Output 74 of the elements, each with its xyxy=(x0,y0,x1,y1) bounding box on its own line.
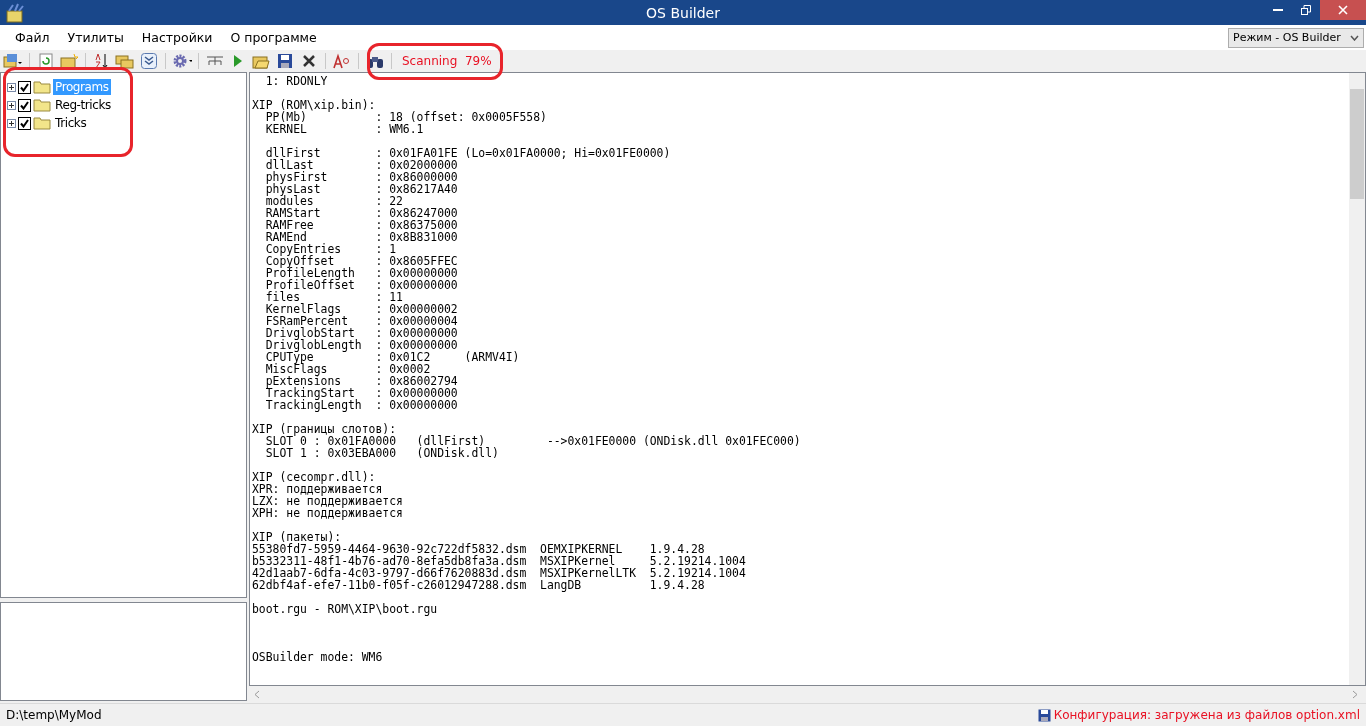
save-icon[interactable] xyxy=(275,52,295,70)
config-status: Конфигурация: загружена из файлов option.xml xyxy=(1053,708,1360,722)
expand-icon[interactable] xyxy=(7,118,16,128)
log-line: physFirst : 0x86000000 xyxy=(264,171,458,183)
log-line: CopyEntries : 1 xyxy=(264,243,396,255)
log-line: KERNEL : WM6.1 xyxy=(264,123,424,135)
log-line: SLOT 1 : 0x03EBA000 (ONDisk.dll) xyxy=(264,447,499,459)
log-line: FSRamPercent : 0x00000004 xyxy=(264,315,458,327)
log-line: pExtensions : 0x86002794 xyxy=(264,375,458,387)
folder-icon xyxy=(33,98,51,112)
status-path: D:\temp\MyMod xyxy=(6,708,102,722)
folder-icon xyxy=(33,116,51,130)
log-line: CopyOffset : 0x8605FFEC xyxy=(264,255,458,267)
log-line: XIP (границы слотов): xyxy=(252,423,396,435)
double-chevron-icon[interactable] xyxy=(139,52,159,70)
log-line: 62dbf4af-efe7-11b0-f05f-c26012947288.dsm LangDB 1.9.4.28 xyxy=(252,579,705,591)
log-line: OSBuilder mode: WM6 xyxy=(252,651,383,663)
save-icon xyxy=(1037,708,1051,722)
log-line: CPUType : 0x01C2 (ARMV4I) xyxy=(264,351,520,363)
menu-item[interactable]: О программе xyxy=(221,30,326,45)
folders-icon[interactable] xyxy=(115,52,136,70)
vertical-scrollbar[interactable] xyxy=(1349,73,1365,685)
close-icon xyxy=(1338,5,1348,15)
log-line: ProfileLength : 0x00000000 xyxy=(264,267,458,279)
log-line: 1: RDONLY xyxy=(264,75,328,87)
log-line: physLast : 0x86217A40 xyxy=(264,183,458,195)
menu-item[interactable]: Настройки xyxy=(132,30,222,45)
tree-item[interactable]: Reg-tricks xyxy=(53,97,113,113)
log-line: DrivglobStart : 0x00000000 xyxy=(264,327,458,339)
window-title: OS Builder xyxy=(646,4,720,21)
log-line: LZX: не поддерживается xyxy=(252,495,403,507)
checkbox[interactable] xyxy=(18,80,31,94)
log-line: dllFirst : 0x01FA01FE (Lo=0x01FA0000; Hi=0x01FE0000) xyxy=(264,147,671,159)
font-icon[interactable] xyxy=(332,52,352,70)
app-icon xyxy=(4,2,26,23)
log-line: files : 11 xyxy=(264,291,403,303)
chevron-down-icon xyxy=(1350,34,1359,41)
log-line: SLOT 0 : 0x01FA0000 (dllFirst) -->0x01FE0000 (ONDisk.dll 0x01FEC000) xyxy=(264,435,801,447)
minimize-icon xyxy=(1273,9,1283,11)
log-line: DrivglobLength : 0x00000000 xyxy=(264,339,458,351)
menu-item[interactable]: Утилиты xyxy=(58,30,133,45)
log-line: ProfileOffset : 0x00000000 xyxy=(264,279,458,291)
expand-icon[interactable] xyxy=(7,100,16,110)
log-line: XPR: поддерживается xyxy=(252,483,383,495)
checkbox[interactable] xyxy=(18,98,31,112)
log-line: MiscFlags : 0x0002 xyxy=(264,363,431,375)
menu-item[interactable]: Файл xyxy=(6,30,59,45)
restore-icon xyxy=(1301,5,1311,15)
folder-icon xyxy=(33,80,51,94)
settings-icon[interactable] xyxy=(171,52,192,70)
log-line: XIP (пакеты): xyxy=(252,531,342,543)
log-line: TrackingLength : 0x00000000 xyxy=(264,399,458,411)
tree-item[interactable]: Tricks xyxy=(53,115,89,131)
log-line: XIP (ROM\xip.bin): xyxy=(252,99,376,111)
log-line: TrackingStart : 0x00000000 xyxy=(264,387,458,399)
log-line: RAMStart : 0x86247000 xyxy=(264,207,458,219)
log-line: 42d1aab7-6dfa-4c03-9797-d66f7620883d.dsm MSXIPKernelLTK 5.2.19214.1004 xyxy=(252,567,746,579)
log-line: 55380fd7-5959-4464-9630-92c722df5832.dsm OEMXIPKERNEL 1.9.4.28 xyxy=(252,543,705,555)
mode-dropdown[interactable]: Режим - OS Builder xyxy=(1228,27,1364,48)
folder-dropdown-icon[interactable] xyxy=(3,52,23,70)
log-line: b5332311-48f1-4b76-ad70-8efa5db8fa3a.dsm MSXIPKernel 5.2.19214.1004 xyxy=(252,555,746,567)
checkbox[interactable] xyxy=(18,116,31,130)
log-line: XIP (cecompr.dll): xyxy=(252,471,376,483)
log-line: PP(Mb) : 18 (offset: 0x0005F558) xyxy=(264,111,547,123)
log-line: XPH: не поддерживается xyxy=(252,507,403,519)
log-line: KernelFlags : 0x00000002 xyxy=(264,303,458,315)
expand-icon[interactable] xyxy=(7,82,16,92)
log-line: RAMFree : 0x86375000 xyxy=(264,219,458,231)
log-line: boot.rgu - ROM\XIP\boot.rgu xyxy=(252,603,438,615)
new-folder-icon[interactable] xyxy=(59,52,79,70)
log-line: modules : 22 xyxy=(264,195,403,207)
log-line: RAMEnd : 0x8B831000 xyxy=(264,231,458,243)
scan-progress: Scanning 79% xyxy=(401,54,493,68)
log-line: dllLast : 0x02000000 xyxy=(264,159,458,171)
